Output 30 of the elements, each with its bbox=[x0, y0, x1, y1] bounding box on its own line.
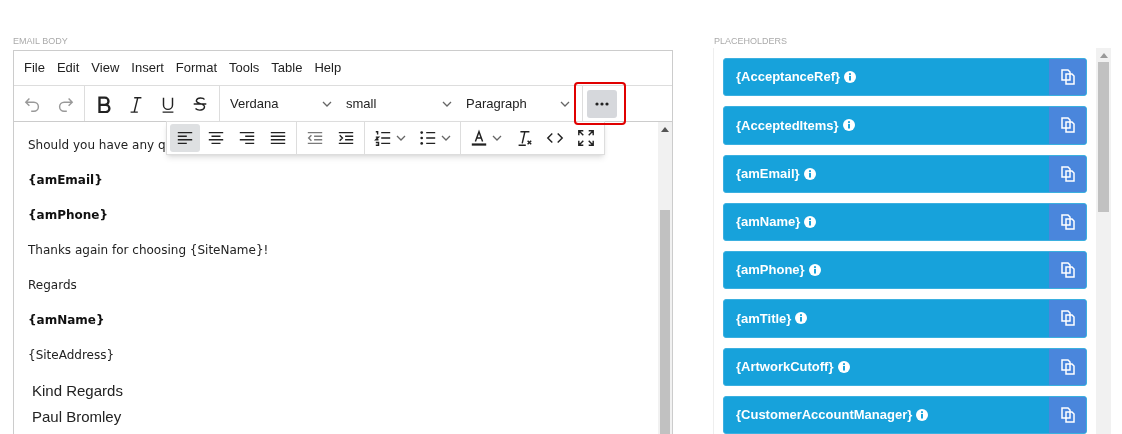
placeholder-name: {amEmail} bbox=[736, 164, 800, 183]
text-line: {SiteAddress} bbox=[28, 347, 115, 364]
text-line: {amEmail} bbox=[28, 172, 103, 189]
menu-item[interactable]: Tools bbox=[224, 54, 265, 82]
section-label: EMAIL BODY bbox=[13, 35, 69, 48]
text-line: {amName} bbox=[28, 312, 105, 329]
text-line: Should you have any q bbox=[28, 137, 166, 154]
menu-item[interactable]: Table bbox=[266, 54, 308, 82]
menu-item[interactable]: Edit bbox=[51, 54, 85, 82]
placeholder-name: {amName} bbox=[736, 213, 801, 232]
section-label: PLACEHOLDERS bbox=[714, 35, 789, 48]
placeholder-name: {AcceptanceRef} bbox=[736, 68, 841, 87]
signature-line: Paul Bromley bbox=[31, 407, 122, 427]
text-line: Regards bbox=[28, 277, 77, 294]
text-line: Thanks again for choosing {SiteName}! bbox=[28, 242, 269, 259]
menu-item[interactable]: View bbox=[86, 54, 125, 82]
placeholder-name: {AcceptedItems} bbox=[736, 116, 839, 135]
placeholder-name: {CustomerAccountManager} bbox=[736, 406, 913, 425]
dropdown[interactable]: small bbox=[340, 89, 458, 118]
dropdown[interactable]: Verdana bbox=[224, 89, 338, 118]
menu-item[interactable]: Help bbox=[309, 54, 347, 82]
menu-item[interactable]: Insert bbox=[126, 54, 169, 82]
text-line: {amPhone} bbox=[28, 207, 108, 224]
placeholder-name: {ArtworkCutoff} bbox=[736, 357, 834, 376]
placeholder-name: {amPhone} bbox=[736, 261, 805, 280]
menu-item[interactable]: File bbox=[19, 54, 50, 82]
dropdown[interactable]: Paragraph bbox=[460, 89, 576, 118]
signature-line: Kind Regards bbox=[31, 381, 123, 401]
placeholder-name: {amTitle} bbox=[736, 309, 792, 328]
menu-item[interactable]: Format bbox=[170, 54, 222, 82]
